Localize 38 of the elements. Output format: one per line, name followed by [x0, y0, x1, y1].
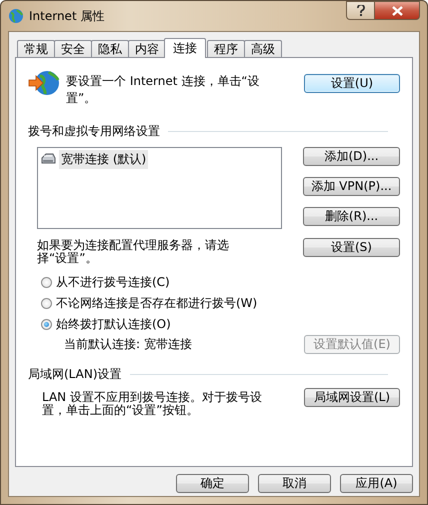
globe-icon	[8, 8, 24, 24]
tab[interactable]: 程序	[207, 40, 245, 57]
push-button[interactable]: 设置(S)	[303, 238, 400, 257]
push-button[interactable]: 确定	[176, 474, 249, 493]
radio-label: 从不进行拨号连接(C)	[56, 274, 170, 291]
section-heading: 局域网(LAN)设置	[28, 366, 122, 383]
field-label: 当前默认连接:	[64, 336, 140, 353]
radio-label: 不论网络连接是否存在都进行拨号(W)	[56, 295, 258, 312]
tab[interactable]: 高级	[244, 40, 282, 57]
instruction-text: 要设置一个 Internet 连接，单击“设置”。	[66, 73, 260, 107]
push-button[interactable]: 应用(A)	[340, 474, 413, 493]
push-button[interactable]: 设置(U)	[304, 74, 400, 93]
push-button[interactable]: 添加 VPN(P)...	[303, 177, 400, 196]
connection-item[interactable]: 宽带连接 (默认)	[59, 150, 148, 169]
tab[interactable]: 隐私	[91, 40, 129, 57]
help-button[interactable]	[346, 1, 374, 20]
modem-icon	[40, 153, 56, 166]
tab[interactable]: 连接	[164, 38, 206, 58]
radio-button[interactable]	[41, 277, 52, 288]
globe-icon	[28, 70, 60, 96]
tab[interactable]: 内容	[128, 40, 166, 57]
field-value: 宽带连接	[144, 336, 192, 353]
lan-text: LAN 设置不应用到拨号连接。对于拨号设置，单击上面的“设置”按钮。	[42, 391, 263, 417]
section-heading: 拨号和虚拟专用网络设置	[28, 123, 160, 140]
close-icon	[392, 6, 402, 16]
push-button[interactable]: 删除(R)...	[303, 207, 400, 226]
push-button[interactable]: 局域网设置(L)	[304, 388, 400, 407]
push-button[interactable]: 添加(D)...	[303, 147, 400, 166]
window-title: Internet 属性	[29, 8, 106, 24]
help-icon	[356, 5, 364, 16]
radio-button[interactable]	[41, 298, 52, 309]
close-button[interactable]	[374, 1, 420, 20]
tab[interactable]: 常规	[17, 40, 55, 57]
proxy-text: 如果要为连接配置代理服务器，请选择“设置”。	[37, 239, 230, 265]
radio-label: 始终拨打默认连接(O)	[56, 316, 171, 333]
radio-button[interactable]	[41, 319, 52, 330]
push-button[interactable]: 取消	[258, 474, 331, 493]
tab[interactable]: 安全	[54, 40, 92, 57]
